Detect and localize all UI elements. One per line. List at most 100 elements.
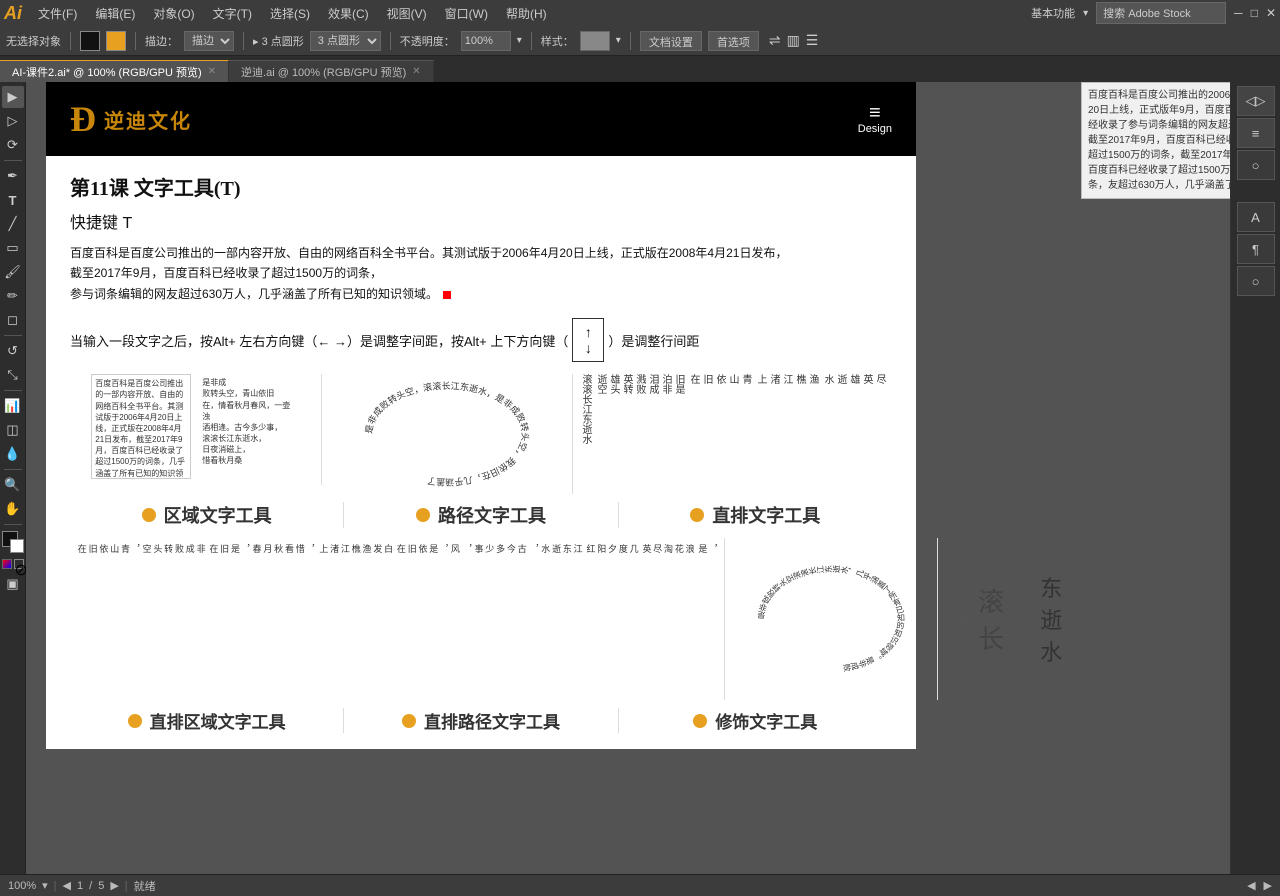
vertical-area-example: 非成败转头空，青山依旧在 ，惜看秋月春，是旧在 白发渔樵江渚上 风，是依旧在 古… [70,538,725,700]
search-stock-input[interactable]: 搜索 Adobe Stock [1096,2,1226,24]
main-layout: ▶ ▷ ⟳ ✒ T ╱ ▭ 🖌 ✏ ◻ ↺ ⤡ 📊 ◫ 💧 🔍 ✋ ⊘ ▣ [0,82,1280,874]
bullet-vert-path [402,714,416,728]
artboard-nav-next[interactable]: ▶ [1264,879,1272,892]
tab-course-close[interactable]: ✕ [208,66,216,77]
lasso-tool[interactable]: ⟳ [2,134,24,156]
toolbar-extra-icon[interactable]: ⇌ [769,32,781,49]
preferences-button[interactable]: 首选项 [708,31,759,51]
minimize-icon[interactable]: ─ [1234,6,1243,20]
toolbar-sep-2 [135,32,136,50]
toolbar-sep-4 [390,32,391,50]
style-preview[interactable] [580,31,610,51]
right-panel-collapse[interactable]: ◁▷ [1237,86,1275,116]
opacity-dropdown[interactable]: ▾ [517,35,522,46]
zoom-value: 100% [8,880,36,892]
vertical-text-example: 滚滚长江东逝水 旧是泊非泪成溅败英转雄头逝空 青山依旧在 渔樵江渚上 尽英雄逝水 [573,374,892,494]
none-icon[interactable]: ⊘ [14,559,24,569]
fill-stroke-indicator[interactable] [2,531,24,553]
tab-nidi[interactable]: 逆迪.ai @ 100% (RGB/GPU 预览) ✕ [229,60,434,82]
arrange-icon[interactable]: ▥ [787,32,800,49]
decoration-text-example: 游 滚长 以 东逝水 [938,565,1068,673]
toolbar-sep-1 [70,32,71,50]
eyedropper-tool[interactable]: 💧 [2,443,24,465]
menu-edit[interactable]: 编辑(E) [87,3,143,24]
zoom-tool[interactable]: 🔍 [2,474,24,496]
tab-nidi-close[interactable]: ✕ [412,66,420,77]
menu-object[interactable]: 对象(O) [145,3,202,24]
direct-select-tool[interactable]: ▷ [2,110,24,132]
doc-header: Ð 逆迪文化 ≡ Design [46,82,916,156]
select-tool[interactable]: ▶ [2,86,24,108]
paint-brush-tool[interactable]: 🖌 [2,261,24,283]
doc-settings-button[interactable]: 文档设置 [640,31,702,51]
artboard-nav-prev[interactable]: ◀ [1247,879,1255,892]
tab-course[interactable]: AI-课件2.ai* @ 100% (RGB/GPU 预览) ✕ [0,60,229,82]
menu-help[interactable]: 帮助(H) [498,3,555,24]
line-tool[interactable]: ╱ [2,213,24,235]
pencil-tool[interactable]: ✏ [2,285,24,307]
menu-file[interactable]: 文件(F) [30,3,85,24]
opacity-input[interactable] [461,31,511,51]
gradient-tool[interactable]: ◫ [2,419,24,441]
vertical-oval-path-svg: 是非成败转头空滚滚长江东逝水，几乎涵盖了所有已知的知识领域。是非成败 [731,544,931,694]
label-vert-path: 直排路径文字工具 [344,708,618,733]
graph-tool[interactable]: 📊 [2,395,24,417]
area-text-sample-2: 是非成 败转头空，青山依旧 在，情看秋月春风，一壶浊 酒相逢。古今多少事， 滚滚… [199,374,299,479]
lesson-title: 第11课 文字工具(T) [70,172,892,201]
maximize-icon[interactable]: □ [1251,6,1258,20]
fill-color-box[interactable] [80,31,100,51]
vert-area-label: 直排区域文字工具 [150,708,286,733]
points-select[interactable]: 3 点圆形 [310,31,381,51]
menu-select[interactable]: 选择(S) [262,3,318,24]
style-dropdown[interactable]: ▾ [616,35,621,46]
rect-tool[interactable]: ▭ [2,237,24,259]
status-right: ◀ ▶ [1247,879,1272,892]
menu-effect[interactable]: 效果(C) [320,3,377,24]
stroke-select[interactable]: 描边 [184,31,234,51]
area-text-label: 区域文字工具 [164,502,272,528]
scale-tool[interactable]: ⤡ [2,364,24,386]
tool-sep-1 [4,160,22,161]
artboard-tool[interactable]: ▣ [2,573,24,595]
area-text-example: 百度百科是百度公司推出的一部内容开放、自由的网络百科全书平台。其测试版于2006… [70,374,322,485]
deco-char-1: 游 [944,601,970,638]
text-tool[interactable]: T [2,189,24,211]
workspace-label[interactable]: 基本功能 [1031,5,1075,21]
next-page-btn[interactable]: ▶ [110,879,118,892]
right-panel-para[interactable]: ¶ [1237,234,1275,264]
close-icon[interactable]: ✕ [1266,6,1276,20]
zoom-dropdown[interactable]: ▾ [42,879,48,892]
right-panel-list[interactable]: ≡ [1237,118,1275,148]
right-panel-text-A[interactable]: A [1237,202,1275,232]
page-of: / [89,880,92,892]
workspace-dropdown-icon[interactable]: ▾ [1083,8,1088,19]
menu-view[interactable]: 视图(V) [379,3,435,24]
tool-sep-4 [4,469,22,470]
canvas-area: Ð 逆迪文化 ≡ Design 第11课 文字工具(T) 快捷键 T 百度百科是… [26,82,1280,874]
vertical-path-example: 是非成败转头空滚滚长江东逝水，几乎涵盖了所有已知的知识领域。是非成败 [725,538,938,700]
pen-tool[interactable]: ✒ [2,165,24,187]
label-path-text: 路径文字工具 [344,502,618,528]
gradient-icon[interactable] [2,559,12,569]
menu-window[interactable]: 窗口(W) [437,3,496,24]
tool-sep-3 [4,390,22,391]
prev-page-btn[interactable]: ◀ [63,879,71,892]
right-panel-glyph[interactable]: ○ [1237,266,1275,296]
svg-text:是非成败转头空滚滚长江东逝水，几乎涵盖了所有已知的知识领域。: 是非成败转头空滚滚长江东逝水，几乎涵盖了所有已知的知识领域。是非成败 [757,565,906,674]
status-bar: 100% ▾ | ◀ 1 / 5 ▶ | 就绪 ◀ ▶ [0,874,1280,896]
label-decoration: 修饰文字工具 [619,708,892,733]
tool-labels-row-2: 直排区域文字工具 直排路径文字工具 修饰文字工具 [70,708,892,733]
rotate-tool[interactable]: ↺ [2,340,24,362]
right-icon-panel: ◁▷ ≡ ○ A ¶ ○ [1230,82,1280,874]
stroke-color-box[interactable] [106,31,126,51]
tool-sep-5 [4,524,22,525]
menu-text[interactable]: 文字(T) [205,3,260,24]
more-icon[interactable]: ☰ [806,32,819,49]
label-vertical-text: 直排文字工具 [619,502,892,528]
tab-nidi-label: 逆迪.ai @ 100% (RGB/GPU 预览) [241,64,406,80]
eraser-tool[interactable]: ◻ [2,309,24,331]
artboard: Ð 逆迪文化 ≡ Design 第11课 文字工具(T) 快捷键 T 百度百科是… [46,82,916,749]
right-panel-circle[interactable]: ○ [1237,150,1275,180]
hand-tool[interactable]: ✋ [2,498,24,520]
menu-bar: Ai 文件(F) 编辑(E) 对象(O) 文字(T) 选择(S) 效果(C) 视… [0,0,1280,26]
